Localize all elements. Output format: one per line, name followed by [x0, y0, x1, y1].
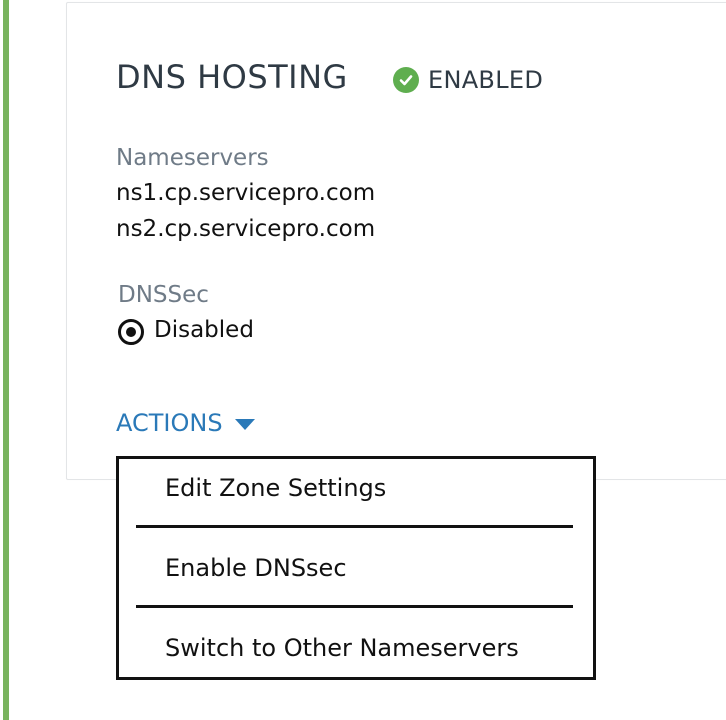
menu-item-switch-nameservers[interactable]: Switch to Other Nameservers [165, 634, 519, 662]
nameservers-label: Nameservers [116, 145, 269, 171]
actions-menu: Edit Zone Settings Enable DNSsec Switch … [116, 456, 596, 680]
nameserver-1: ns1.cp.servicepro.com [116, 180, 376, 206]
menu-divider [136, 525, 573, 528]
card-title: DNS HOSTING [116, 58, 348, 96]
status-label: ENABLED [428, 66, 544, 94]
actions-label: ACTIONS [116, 409, 223, 437]
menu-item-edit-zone-settings[interactable]: Edit Zone Settings [165, 474, 386, 502]
menu-item-enable-dnssec[interactable]: Enable DNSsec [165, 554, 347, 582]
dnssec-value: Disabled [154, 317, 254, 343]
caret-down-icon [234, 418, 255, 430]
status-badge: ENABLED [393, 66, 543, 94]
actions-dropdown-button[interactable]: ACTIONS [116, 409, 255, 437]
check-circle-icon [393, 67, 419, 93]
dnssec-label: DNSSec [118, 282, 209, 308]
menu-divider [136, 605, 573, 608]
radio-selected-icon [118, 319, 144, 345]
left-accent-bar [3, 0, 9, 720]
nameserver-2: ns2.cp.servicepro.com [116, 216, 376, 242]
